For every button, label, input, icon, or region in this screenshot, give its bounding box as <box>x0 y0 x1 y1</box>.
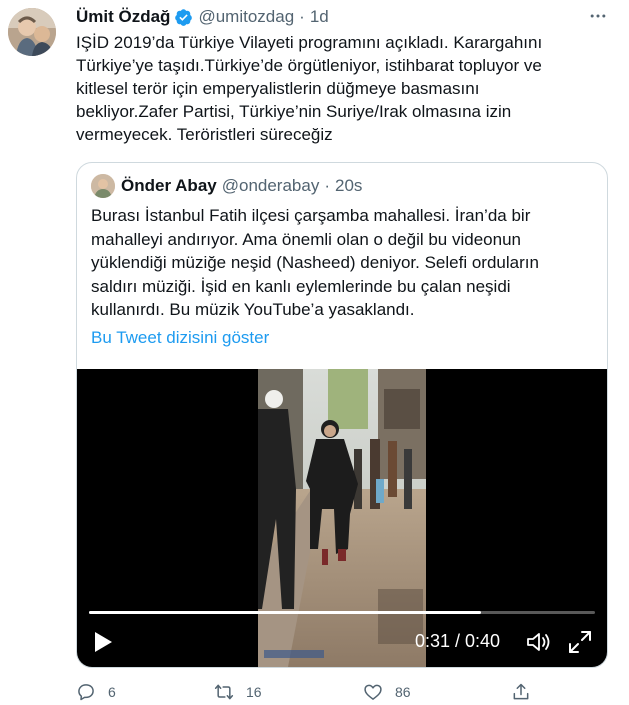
quoted-tweet-header: Önder Abay @onderabay · 20s <box>91 174 363 198</box>
retweet-icon <box>214 684 234 700</box>
like-button[interactable]: 86 <box>363 680 411 704</box>
quoted-text-line: saldırı müziği. İşid en kanlı eylemlerin… <box>91 276 511 296</box>
retweet-count: 16 <box>246 684 262 700</box>
video-frame <box>258 369 426 667</box>
author-handle[interactable]: @umitozdag <box>198 7 294 27</box>
tweet-text: IŞİD 2019’da Türkiye Vilayeti programını… <box>76 31 606 146</box>
video-progress-bar[interactable] <box>89 611 595 614</box>
video-player[interactable]: 0:31 / 0:40 <box>77 369 607 667</box>
quoted-text-line: mahalleyi andırıyor. Ama önemli olan o d… <box>91 229 521 249</box>
quoted-tweet[interactable]: Önder Abay @onderabay · 20s Burası İstan… <box>76 162 608 668</box>
quoted-text-line: yüklendiği müziğe neşid (Nasheed) deniyo… <box>91 253 539 272</box>
quoted-text-line: kullanırdı. Bu müzik YouTube’a yasakland… <box>91 300 415 319</box>
tweet-text-line: kitlesel terör için emperyalistlerin düğ… <box>76 79 480 98</box>
quoted-text-line: Burası İstanbul Fatih ilçesi çarşamba ma… <box>91 206 531 225</box>
tweet-actions: 6 16 86 <box>76 680 546 704</box>
tweet-timestamp[interactable]: 1d <box>310 7 329 27</box>
play-button[interactable] <box>93 631 113 653</box>
quoted-author-avatar <box>91 174 115 198</box>
verified-badge-icon <box>174 8 193 27</box>
separator-dot: · <box>299 7 305 26</box>
video-progress-fill <box>89 611 482 614</box>
author-avatar[interactable] <box>8 8 56 56</box>
author-name[interactable]: Ümit Özdağ <box>76 7 170 27</box>
separator-dot: · <box>324 176 331 195</box>
reply-icon <box>78 684 94 701</box>
fullscreen-button[interactable] <box>567 629 593 655</box>
tweet[interactable]: Ümit Özdağ @umitozdag · 1d IŞİD 2019’da … <box>0 0 629 705</box>
quoted-author-handle: @onderabay <box>221 176 320 195</box>
share-button[interactable] <box>511 680 543 704</box>
video-time: 0:31 / 0:40 <box>415 631 501 651</box>
tweet-text-line: IŞİD 2019’da Türkiye Vilayeti programını… <box>76 33 543 52</box>
play-icon <box>95 632 112 652</box>
reply-button[interactable]: 6 <box>76 680 116 704</box>
volume-icon <box>527 633 550 651</box>
heart-icon <box>364 684 382 700</box>
quoted-author-name: Önder Abay <box>121 176 217 195</box>
like-count: 86 <box>395 684 411 700</box>
quoted-tweet-timestamp: 20s <box>335 176 363 195</box>
more-options-button[interactable] <box>587 6 609 26</box>
tweet-text-line: bekliyor.Zafer Partisi, Türkiye’nin Suri… <box>76 102 512 121</box>
expand-icon <box>569 631 591 653</box>
reply-count: 6 <box>108 684 116 700</box>
tweet-header: Ümit Özdağ @umitozdag · 1d <box>76 6 329 28</box>
share-icon <box>513 683 529 700</box>
retweet-button[interactable]: 16 <box>214 680 262 704</box>
tweet-text-line: vermeyecek. Teröristleri süreceğiz <box>76 125 333 144</box>
quoted-tweet-text: Burası İstanbul Fatih ilçesi çarşamba ma… <box>91 204 601 322</box>
show-thread-link[interactable]: Bu Tweet dizisini göster <box>91 328 269 348</box>
more-horizontal-icon <box>590 14 606 18</box>
tweet-text-line: Türkiye’ye taşıdı.Türkiye’de örgütleniyo… <box>76 56 542 75</box>
volume-button[interactable] <box>525 630 551 654</box>
